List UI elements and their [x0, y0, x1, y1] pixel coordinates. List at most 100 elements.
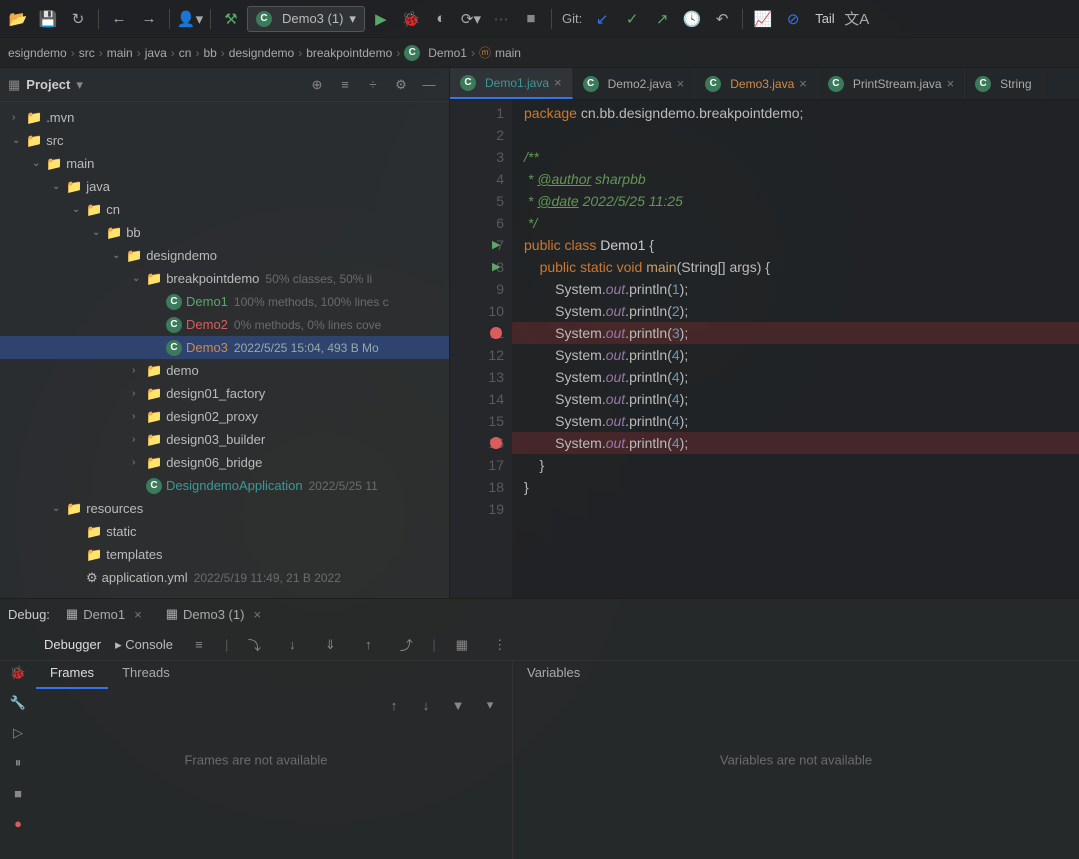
- chevron-down-icon[interactable]: ▾: [76, 77, 83, 93]
- debugger-tab[interactable]: Debugger: [44, 637, 101, 652]
- open-icon[interactable]: 📂: [4, 5, 32, 33]
- attach-icon[interactable]: ⋯: [487, 5, 515, 33]
- tree-row[interactable]: CDemo1100% methods, 100% lines c: [0, 290, 449, 313]
- debug-session-tab[interactable]: ▦Demo3 (1)×: [158, 603, 269, 625]
- tree-row[interactable]: ›📁demo: [0, 359, 449, 382]
- tree-row[interactable]: ›📁.mvn: [0, 106, 449, 129]
- tree-row[interactable]: CDemo20% methods, 0% lines cove: [0, 313, 449, 336]
- tree-row[interactable]: CDesigndemoApplication2022/5/25 11: [0, 474, 449, 497]
- locate-icon[interactable]: ⊕: [305, 73, 329, 97]
- next-frame-icon[interactable]: ↓: [414, 693, 438, 717]
- more-icon[interactable]: ⋮: [488, 633, 512, 657]
- tail-label[interactable]: Tail: [815, 11, 835, 26]
- more-icon[interactable]: ▾: [478, 693, 502, 717]
- chevron-down-icon: ▾: [349, 11, 356, 27]
- debug-icon[interactable]: 🐞: [397, 5, 425, 33]
- breadcrumb-item[interactable]: cn: [179, 46, 192, 60]
- git-history-icon[interactable]: 🕓: [678, 5, 706, 33]
- git-undo-icon[interactable]: ↶: [708, 5, 736, 33]
- gear-icon[interactable]: ⚙: [389, 73, 413, 97]
- threads-tab[interactable]: Threads: [108, 661, 184, 689]
- prev-frame-icon[interactable]: ↑: [382, 693, 406, 717]
- gutter[interactable]: 1 2 3 4 5 6 7▶ 8▶ 9 10 11 12 13 14 15 16…: [450, 100, 512, 598]
- no-icon[interactable]: ⊘: [779, 5, 807, 33]
- breadcrumb-item[interactable]: main: [107, 46, 133, 60]
- tree-row[interactable]: CDemo32022/5/25 15:04, 493 B Mo: [0, 336, 449, 359]
- frames-tab[interactable]: Frames: [36, 661, 108, 689]
- close-icon[interactable]: ×: [253, 607, 261, 622]
- step-over-icon[interactable]: ⤵: [242, 633, 266, 657]
- tree-row[interactable]: ›📁design03_builder: [0, 428, 449, 451]
- step-into-icon[interactable]: ↓: [280, 633, 304, 657]
- git-commit-icon[interactable]: ✓: [618, 5, 646, 33]
- tree-row[interactable]: ⌄📁breakpointdemo50% classes, 50% li: [0, 267, 449, 290]
- run-gutter-icon[interactable]: ▶: [492, 234, 500, 256]
- profile-icon[interactable]: 👤▾: [176, 5, 204, 33]
- tree-row[interactable]: ⌄📁resources: [0, 497, 449, 520]
- tree-row[interactable]: ⚙application.yml2022/5/19 11:49, 21 B 20…: [0, 566, 449, 589]
- console-tab[interactable]: ▸ Console: [115, 637, 173, 653]
- tree-row[interactable]: ⌄📁designdemo: [0, 244, 449, 267]
- evaluate-icon[interactable]: ▦: [450, 633, 474, 657]
- variables-header: Variables: [513, 661, 1079, 689]
- forward-icon[interactable]: →: [135, 5, 163, 33]
- close-icon[interactable]: ×: [799, 76, 807, 91]
- breadcrumb-item[interactable]: esigndemo: [8, 46, 67, 60]
- force-step-icon[interactable]: ⇓: [318, 633, 342, 657]
- back-icon[interactable]: ←: [105, 5, 133, 33]
- tab-string[interactable]: CString: [965, 68, 1042, 99]
- breadcrumb-item[interactable]: java: [145, 46, 167, 60]
- tab-demo2[interactable]: CDemo2.java×: [573, 68, 696, 99]
- close-icon[interactable]: ×: [947, 76, 955, 91]
- run-icon[interactable]: ▶: [367, 5, 395, 33]
- breadcrumb-item[interactable]: bb: [203, 46, 216, 60]
- profiler-icon[interactable]: ⟳▾: [457, 5, 485, 33]
- hide-icon[interactable]: —: [417, 73, 441, 97]
- tree-row[interactable]: 📁static: [0, 520, 449, 543]
- git-push-icon[interactable]: ↗: [648, 5, 676, 33]
- editor[interactable]: 1 2 3 4 5 6 7▶ 8▶ 9 10 11 12 13 14 15 16…: [450, 100, 1079, 598]
- close-icon[interactable]: ×: [554, 75, 562, 90]
- breadcrumb-item[interactable]: main: [495, 46, 521, 60]
- filter-icon[interactable]: ▼: [446, 693, 470, 717]
- breadcrumb-item[interactable]: src: [79, 46, 95, 60]
- drop-frame-icon[interactable]: ⤴: [394, 633, 418, 657]
- breakpoint-icon[interactable]: [490, 437, 502, 449]
- coverage-icon[interactable]: ◐: [427, 5, 455, 33]
- stop-icon[interactable]: ■: [517, 5, 545, 33]
- debug-session-tab[interactable]: ▦Demo1×: [58, 603, 150, 625]
- tree-row[interactable]: ⌄📁src: [0, 129, 449, 152]
- tree-row[interactable]: ⌄📁java: [0, 175, 449, 198]
- tree-row[interactable]: ⌄📁main: [0, 152, 449, 175]
- tab-demo1[interactable]: CDemo1.java×: [450, 68, 573, 99]
- tree-row[interactable]: ›📁design06_bridge: [0, 451, 449, 474]
- tree-row[interactable]: ⌄📁bb: [0, 221, 449, 244]
- tab-demo3[interactable]: CDemo3.java×: [695, 68, 818, 99]
- breadcrumb-item[interactable]: designdemo: [229, 46, 294, 60]
- tree-row[interactable]: ›📁design01_factory: [0, 382, 449, 405]
- step-out-icon[interactable]: ↑: [356, 633, 380, 657]
- expand-icon[interactable]: ≡: [333, 73, 357, 97]
- git-pull-icon[interactable]: ↙: [588, 5, 616, 33]
- tree-row[interactable]: ›📁design02_proxy: [0, 405, 449, 428]
- breadcrumb-item[interactable]: breakpointdemo: [306, 46, 392, 60]
- breadcrumb-item[interactable]: Demo1: [428, 46, 467, 60]
- collapse-icon[interactable]: ÷: [361, 73, 385, 97]
- hammer-icon[interactable]: ⚒: [217, 5, 245, 33]
- breakpoint-icon[interactable]: [490, 327, 502, 339]
- run-config-selector[interactable]: C Demo3 (1) ▾: [247, 6, 365, 32]
- threads-icon[interactable]: ≡: [187, 633, 211, 657]
- translate-icon[interactable]: 文A: [843, 5, 871, 33]
- save-icon[interactable]: 💾: [34, 5, 62, 33]
- project-tree: ›📁.mvn ⌄📁src ⌄📁main ⌄📁java ⌄📁cn ⌄📁bb ⌄📁d…: [0, 102, 449, 598]
- stats-icon[interactable]: 📈: [749, 5, 777, 33]
- project-view-icon[interactable]: ▦: [8, 77, 20, 93]
- run-gutter-icon[interactable]: ▶: [492, 256, 500, 278]
- project-title[interactable]: Project: [26, 77, 70, 92]
- close-icon[interactable]: ×: [134, 607, 142, 622]
- tab-printstream[interactable]: CPrintStream.java×: [818, 68, 965, 99]
- tree-row[interactable]: ⌄📁cn: [0, 198, 449, 221]
- close-icon[interactable]: ×: [677, 76, 685, 91]
- tree-row[interactable]: 📁templates: [0, 543, 449, 566]
- sync-icon[interactable]: ↻: [64, 5, 92, 33]
